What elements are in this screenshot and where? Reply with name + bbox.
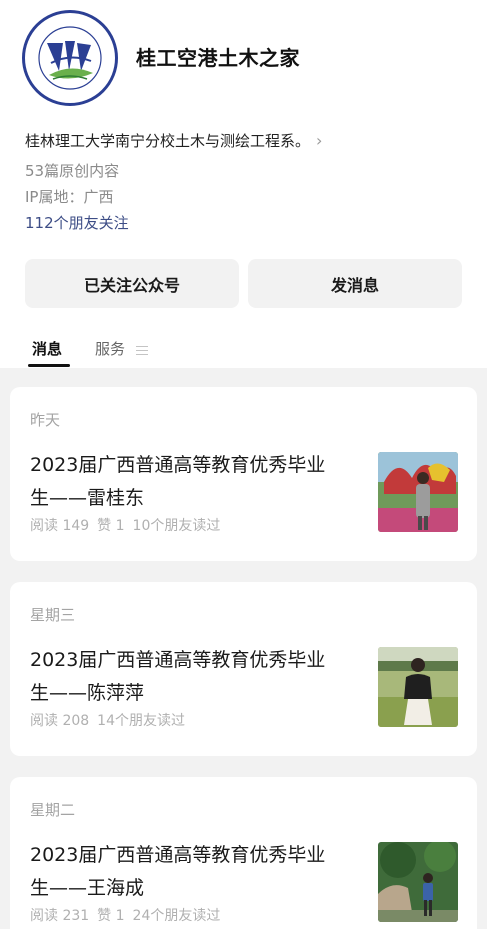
send-message-button[interactable]: 发消息 [248, 259, 462, 308]
article-title[interactable]: 2023届广西普通高等教育优秀毕业 生——陈萍萍 [30, 644, 365, 710]
read-count: 阅读 231 [30, 908, 90, 924]
profile-header: 桂工空港土木之家 桂林理工大学南宁分校土木与测绘工程系。 › 53篇原创内容 I… [0, 0, 487, 372]
photo-icon [378, 842, 458, 922]
photo-icon [378, 452, 458, 532]
account-name: 桂工空港土木之家 [136, 46, 300, 70]
account-logo[interactable] [22, 10, 118, 106]
article-title-line: 生——陈萍萍 [30, 682, 145, 704]
department-logo-icon [28, 16, 112, 100]
menu-icon [135, 345, 148, 355]
article-title-line: 生——王海成 [30, 877, 145, 899]
article-title[interactable]: 2023届广西普通高等教育优秀毕业 生——王海成 [30, 839, 365, 905]
article-card[interactable]: 昨天 2023届广西普通高等教育优秀毕业 生——雷桂东 阅读 149 赞 1 10个… [10, 387, 477, 561]
like-count: 赞 1 [97, 518, 125, 534]
chevron-right-icon[interactable]: › [316, 131, 322, 150]
article-stats: 阅读 149 赞 1 10个朋友读过 [30, 515, 228, 535]
article-title[interactable]: 2023届广西普通高等教育优秀毕业 生——雷桂东 [30, 449, 365, 515]
post-date: 昨天 [30, 411, 61, 429]
ip-location: IP属地：广西 [25, 188, 114, 206]
photo-icon [378, 647, 458, 727]
followed-button[interactable]: 已关注公众号 [25, 259, 239, 308]
friends-read: 10个朋友读过 [132, 518, 221, 534]
post-date: 星期二 [30, 801, 76, 819]
tab-services[interactable]: 服务 [95, 338, 148, 359]
read-count: 阅读 208 [30, 713, 90, 729]
tab-active-indicator [28, 364, 70, 367]
friends-read: 24个朋友读过 [132, 908, 221, 924]
like-count: 赞 1 [97, 908, 125, 924]
article-thumbnail[interactable] [378, 452, 458, 532]
article-stats: 阅读 208 14个朋友读过 [30, 710, 193, 730]
article-title-line: 生——雷桂东 [30, 487, 145, 509]
account-description-row[interactable]: 桂林理工大学南宁分校土木与测绘工程系。 › [25, 130, 322, 151]
friends-following-link[interactable]: 112个朋友关注 [25, 212, 129, 233]
article-card[interactable]: 星期三 2023届广西普通高等教育优秀毕业 生——陈萍萍 阅读 208 14个朋友… [10, 582, 477, 756]
article-card[interactable]: 星期二 2023届广西普通高等教育优秀毕业 生——王海成 阅读 231 赞 1 24… [10, 777, 477, 951]
article-thumbnail[interactable] [378, 647, 458, 727]
account-description: 桂林理工大学南宁分校土木与测绘工程系。 [25, 132, 311, 150]
tab-bar: 消息 服务 [0, 338, 487, 368]
tab-services-label: 服务 [95, 340, 126, 358]
message-feed[interactable]: 昨天 2023届广西普通高等教育优秀毕业 生——雷桂东 阅读 149 赞 1 10个… [0, 368, 487, 951]
tab-messages[interactable]: 消息 [32, 338, 62, 359]
friends-read: 14个朋友读过 [97, 713, 185, 729]
article-title-line: 2023届广西普通高等教育优秀毕业 [30, 649, 326, 671]
article-title-line: 2023届广西普通高等教育优秀毕业 [30, 844, 326, 866]
article-stats: 阅读 231 赞 1 24个朋友读过 [30, 905, 228, 925]
read-count: 阅读 149 [30, 518, 90, 534]
article-thumbnail[interactable] [378, 842, 458, 922]
original-count: 53篇原创内容 [25, 162, 120, 180]
article-title-line: 2023届广西普通高等教育优秀毕业 [30, 454, 326, 476]
post-date: 星期三 [30, 606, 76, 624]
